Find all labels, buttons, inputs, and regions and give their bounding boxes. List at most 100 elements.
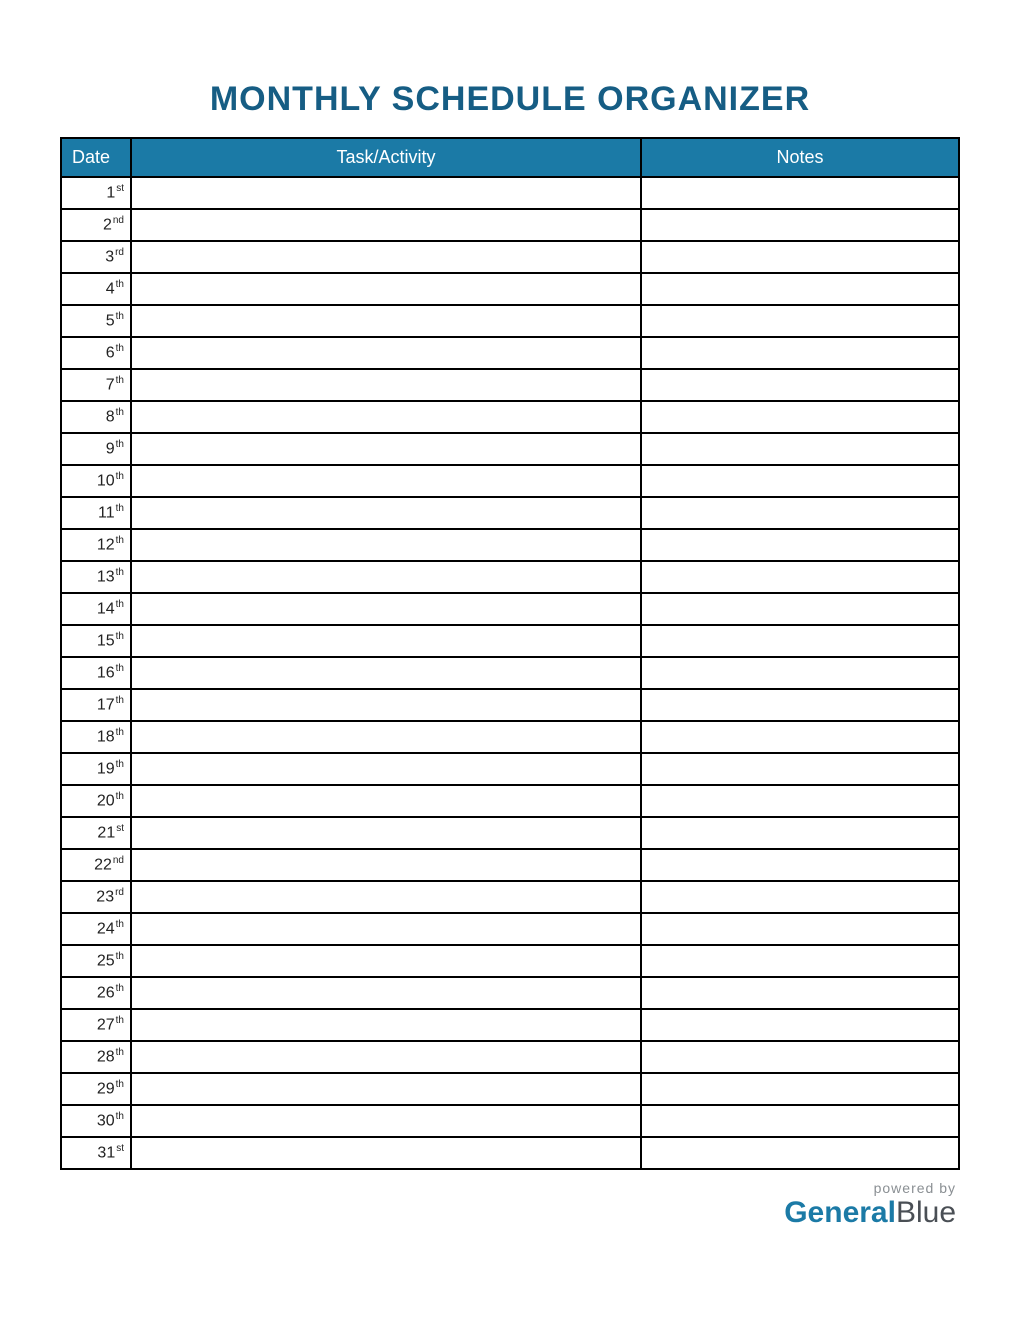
task-cell[interactable] (131, 497, 641, 529)
notes-cell[interactable] (641, 625, 959, 657)
page-title: MONTHLY SCHEDULE ORGANIZER (60, 80, 960, 119)
task-cell[interactable] (131, 241, 641, 273)
brand-logo: GeneralBlue (60, 1198, 956, 1228)
notes-cell[interactable] (641, 689, 959, 721)
notes-cell[interactable] (641, 497, 959, 529)
date-number: 13 (97, 569, 115, 586)
task-cell[interactable] (131, 657, 641, 689)
task-cell[interactable] (131, 721, 641, 753)
table-row: 31st (61, 1137, 959, 1169)
table-row: 27th (61, 1009, 959, 1041)
task-cell[interactable] (131, 177, 641, 209)
task-cell[interactable] (131, 529, 641, 561)
date-cell: 7th (61, 369, 131, 401)
notes-cell[interactable] (641, 337, 959, 369)
date-cell: 25th (61, 945, 131, 977)
task-cell[interactable] (131, 753, 641, 785)
schedule-table: Date Task/Activity Notes 1st2nd3rd4th5th… (60, 137, 960, 1170)
table-row: 19th (61, 753, 959, 785)
date-number: 25 (97, 953, 115, 970)
table-row: 3rd (61, 241, 959, 273)
date-cell: 30th (61, 1105, 131, 1137)
date-cell: 2nd (61, 209, 131, 241)
notes-cell[interactable] (641, 1041, 959, 1073)
date-suffix: th (116, 599, 124, 610)
table-row: 23rd (61, 881, 959, 913)
task-cell[interactable] (131, 433, 641, 465)
task-cell[interactable] (131, 561, 641, 593)
date-cell: 6th (61, 337, 131, 369)
table-row: 17th (61, 689, 959, 721)
notes-cell[interactable] (641, 657, 959, 689)
notes-cell[interactable] (641, 561, 959, 593)
notes-cell[interactable] (641, 209, 959, 241)
task-cell[interactable] (131, 625, 641, 657)
task-cell[interactable] (131, 465, 641, 497)
task-cell[interactable] (131, 1137, 641, 1169)
task-cell[interactable] (131, 209, 641, 241)
task-cell[interactable] (131, 273, 641, 305)
notes-cell[interactable] (641, 465, 959, 497)
date-suffix: rd (115, 887, 124, 898)
page: MONTHLY SCHEDULE ORGANIZER Date Task/Act… (0, 0, 1020, 1268)
date-number: 6 (106, 345, 115, 362)
task-cell[interactable] (131, 337, 641, 369)
task-cell[interactable] (131, 849, 641, 881)
notes-cell[interactable] (641, 1105, 959, 1137)
task-cell[interactable] (131, 369, 641, 401)
notes-cell[interactable] (641, 817, 959, 849)
notes-cell[interactable] (641, 913, 959, 945)
date-suffix: th (116, 1015, 124, 1026)
table-row: 24th (61, 913, 959, 945)
notes-cell[interactable] (641, 1137, 959, 1169)
date-number: 12 (97, 537, 115, 554)
task-cell[interactable] (131, 817, 641, 849)
date-cell: 8th (61, 401, 131, 433)
notes-cell[interactable] (641, 401, 959, 433)
task-cell[interactable] (131, 945, 641, 977)
notes-cell[interactable] (641, 881, 959, 913)
task-cell[interactable] (131, 1009, 641, 1041)
date-suffix: th (116, 311, 124, 322)
notes-cell[interactable] (641, 1073, 959, 1105)
notes-cell[interactable] (641, 849, 959, 881)
notes-cell[interactable] (641, 721, 959, 753)
notes-cell[interactable] (641, 753, 959, 785)
task-cell[interactable] (131, 881, 641, 913)
task-cell[interactable] (131, 977, 641, 1009)
task-cell[interactable] (131, 913, 641, 945)
task-cell[interactable] (131, 593, 641, 625)
notes-cell[interactable] (641, 1009, 959, 1041)
footer: powered by GeneralBlue (60, 1180, 960, 1228)
task-cell[interactable] (131, 305, 641, 337)
task-cell[interactable] (131, 785, 641, 817)
date-number: 2 (103, 217, 112, 234)
notes-cell[interactable] (641, 529, 959, 561)
date-suffix: th (116, 695, 124, 706)
notes-cell[interactable] (641, 273, 959, 305)
notes-cell[interactable] (641, 369, 959, 401)
table-row: 18th (61, 721, 959, 753)
notes-cell[interactable] (641, 241, 959, 273)
task-cell[interactable] (131, 1073, 641, 1105)
date-number: 23 (96, 889, 114, 906)
task-cell[interactable] (131, 1105, 641, 1137)
notes-cell[interactable] (641, 785, 959, 817)
date-cell: 17th (61, 689, 131, 721)
date-suffix: th (116, 759, 124, 770)
notes-cell[interactable] (641, 945, 959, 977)
notes-cell[interactable] (641, 177, 959, 209)
date-cell: 15th (61, 625, 131, 657)
task-cell[interactable] (131, 689, 641, 721)
task-cell[interactable] (131, 401, 641, 433)
date-cell: 12th (61, 529, 131, 561)
notes-cell[interactable] (641, 305, 959, 337)
notes-cell[interactable] (641, 433, 959, 465)
notes-cell[interactable] (641, 977, 959, 1009)
table-row: 21st (61, 817, 959, 849)
task-cell[interactable] (131, 1041, 641, 1073)
notes-cell[interactable] (641, 593, 959, 625)
table-row: 13th (61, 561, 959, 593)
date-suffix: th (116, 279, 124, 290)
date-suffix: th (116, 439, 124, 450)
